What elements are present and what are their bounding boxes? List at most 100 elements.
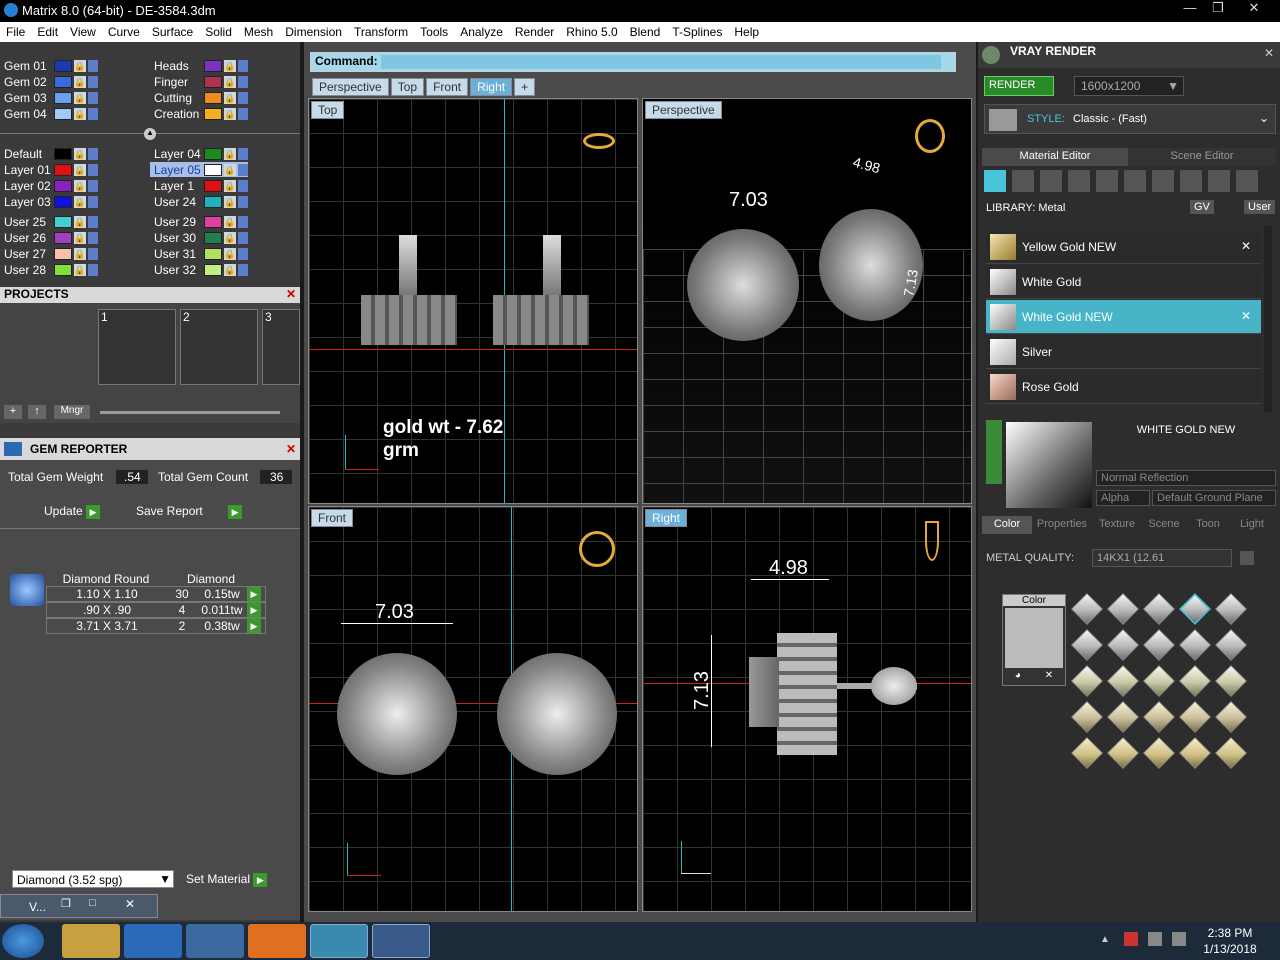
reflection-select[interactable]: Normal Reflection: [1096, 470, 1276, 486]
layer-row-selected[interactable]: Layer 05 🔒: [150, 162, 248, 177]
layer-color-swatch[interactable]: [204, 179, 222, 192]
lock-icon[interactable]: 🔒: [224, 59, 236, 72]
lock-icon[interactable]: 🔒: [74, 59, 86, 72]
visibility-toggle[interactable]: [238, 215, 248, 228]
tab-light[interactable]: Light: [1230, 516, 1274, 534]
layer-row[interactable]: User 27 🔒: [0, 246, 98, 261]
action-center-icon[interactable]: [1124, 932, 1138, 946]
layer-row[interactable]: Cutting 🔒: [150, 90, 248, 105]
visibility-toggle[interactable]: [88, 75, 98, 88]
layer-row[interactable]: User 25 🔒: [0, 214, 98, 229]
metal-swatch[interactable]: [1107, 737, 1139, 769]
metal-swatch[interactable]: [1071, 629, 1103, 661]
material-select[interactable]: Diamond (3.52 spg) ▼: [12, 870, 174, 888]
visibility-toggle[interactable]: [238, 75, 248, 88]
maximize-button[interactable]: ❐: [1204, 0, 1232, 18]
layer-color-swatch[interactable]: [54, 59, 72, 72]
collapse-tab[interactable]: [986, 420, 1002, 484]
lock-icon[interactable]: 🔒: [74, 163, 86, 176]
command-input[interactable]: [381, 54, 942, 69]
metal-swatch[interactable]: [1143, 737, 1175, 769]
layer-color-swatch[interactable]: [54, 75, 72, 88]
visibility-toggle[interactable]: [238, 163, 248, 176]
play-icon[interactable]: ▶: [247, 587, 261, 601]
close-icon[interactable]: ✕: [125, 897, 135, 911]
metal-swatch[interactable]: [1071, 701, 1103, 733]
layer-color-swatch[interactable]: [54, 91, 72, 104]
picture-viewer-icon[interactable]: [372, 924, 430, 958]
layer-row[interactable]: User 32 🔒: [150, 262, 248, 277]
project-slot[interactable]: 2: [180, 309, 258, 385]
close-icon[interactable]: ✕: [1241, 309, 1251, 323]
visibility-toggle[interactable]: [88, 247, 98, 260]
metal-swatch-selected[interactable]: [1179, 593, 1211, 625]
layer-row[interactable]: User 31 🔒: [150, 246, 248, 261]
menu-file[interactable]: File: [0, 25, 31, 39]
menu-rhino[interactable]: Rhino 5.0: [560, 25, 623, 39]
layer-color-swatch[interactable]: [204, 163, 222, 176]
list-item[interactable]: Yellow Gold NEW ✕: [986, 230, 1261, 264]
table-row[interactable]: 3.71 X 3.71 2 0.38tw ▶: [46, 618, 266, 634]
viewport-label[interactable]: Right: [645, 509, 688, 527]
save-report-button[interactable]: Save Report ▶: [136, 504, 258, 519]
visibility-toggle[interactable]: [238, 147, 248, 160]
layer-color-swatch[interactable]: [204, 91, 222, 104]
metal-swatch[interactable]: [1215, 701, 1247, 733]
viewport-label[interactable]: Front: [311, 509, 354, 527]
matrix-app-icon[interactable]: [310, 924, 368, 958]
layer-row[interactable]: Default 🔒: [0, 146, 98, 161]
lock-icon[interactable]: 🔒: [74, 75, 86, 88]
file-explorer-icon[interactable]: [62, 924, 120, 958]
tab-color[interactable]: Color: [982, 516, 1032, 534]
menu-tools[interactable]: Tools: [414, 25, 454, 39]
import-tool-icon[interactable]: [1180, 170, 1202, 192]
visibility-toggle[interactable]: [238, 231, 248, 244]
metal-swatch[interactable]: [1143, 665, 1175, 697]
table-row[interactable]: .90 X .90 4 0.011tw ▶: [46, 602, 266, 618]
collapse-handle[interactable]: ▲: [144, 128, 156, 140]
project-slot[interactable]: 1: [98, 309, 176, 385]
settings-icon[interactable]: [1240, 551, 1254, 565]
layer-row[interactable]: Layer 04 🔒: [150, 146, 248, 161]
lock-icon[interactable]: 🔒: [74, 195, 86, 208]
play-icon[interactable]: ▶: [247, 603, 261, 617]
layer-color-swatch[interactable]: [204, 147, 222, 160]
lock-icon[interactable]: 🔒: [74, 231, 86, 244]
layer-color-swatch[interactable]: [204, 215, 222, 228]
viewport-top[interactable]: Top gold wt - 7.62 grm: [308, 98, 638, 504]
lock-icon[interactable]: 🔒: [74, 179, 86, 192]
lock-icon[interactable]: 🔒: [224, 163, 236, 176]
visibility-toggle[interactable]: [88, 107, 98, 120]
menu-transform[interactable]: Transform: [348, 25, 414, 39]
media-player-icon[interactable]: [186, 924, 244, 958]
metal-swatch[interactable]: [1107, 665, 1139, 697]
metal-quality-select[interactable]: 14KX1 (12.61: [1092, 549, 1232, 567]
metal-swatch[interactable]: [1215, 737, 1247, 769]
lock-icon[interactable]: 🔒: [74, 147, 86, 160]
visibility-toggle[interactable]: [88, 231, 98, 244]
resolution-select[interactable]: 1600x1200 ▼: [1074, 76, 1184, 96]
layer-row[interactable]: User 28 🔒: [0, 262, 98, 277]
layer-color-swatch[interactable]: [204, 75, 222, 88]
project-slider[interactable]: [100, 411, 280, 414]
light-bulb-icon[interactable]: [1236, 170, 1258, 192]
metal-swatch[interactable]: [1179, 665, 1211, 697]
pattern-tool-icon[interactable]: [1124, 170, 1146, 192]
tab-properties[interactable]: Properties: [1032, 516, 1092, 534]
list-item[interactable]: Silver: [986, 335, 1261, 369]
tab-top[interactable]: Top: [390, 78, 425, 96]
update-button[interactable]: Update ▶: [44, 504, 114, 519]
layer-row[interactable]: Gem 04 🔒: [0, 106, 98, 121]
layer-row[interactable]: Layer 01 🔒: [0, 162, 98, 177]
visibility-toggle[interactable]: [238, 247, 248, 260]
set-material-button[interactable]: Set Material ▶: [186, 872, 286, 888]
tab-scene-editor[interactable]: Scene Editor: [1128, 148, 1276, 166]
visibility-toggle[interactable]: [88, 215, 98, 228]
layer-color-swatch[interactable]: [54, 179, 72, 192]
minimized-window[interactable]: V... ❐ □ ✕: [0, 894, 158, 918]
plane-tool-icon[interactable]: [1068, 170, 1090, 192]
visibility-toggle[interactable]: [88, 195, 98, 208]
layer-row[interactable]: Gem 01 🔒: [0, 58, 98, 73]
lock-icon[interactable]: 🔒: [224, 75, 236, 88]
clear-icon[interactable]: ✕: [1045, 670, 1053, 681]
